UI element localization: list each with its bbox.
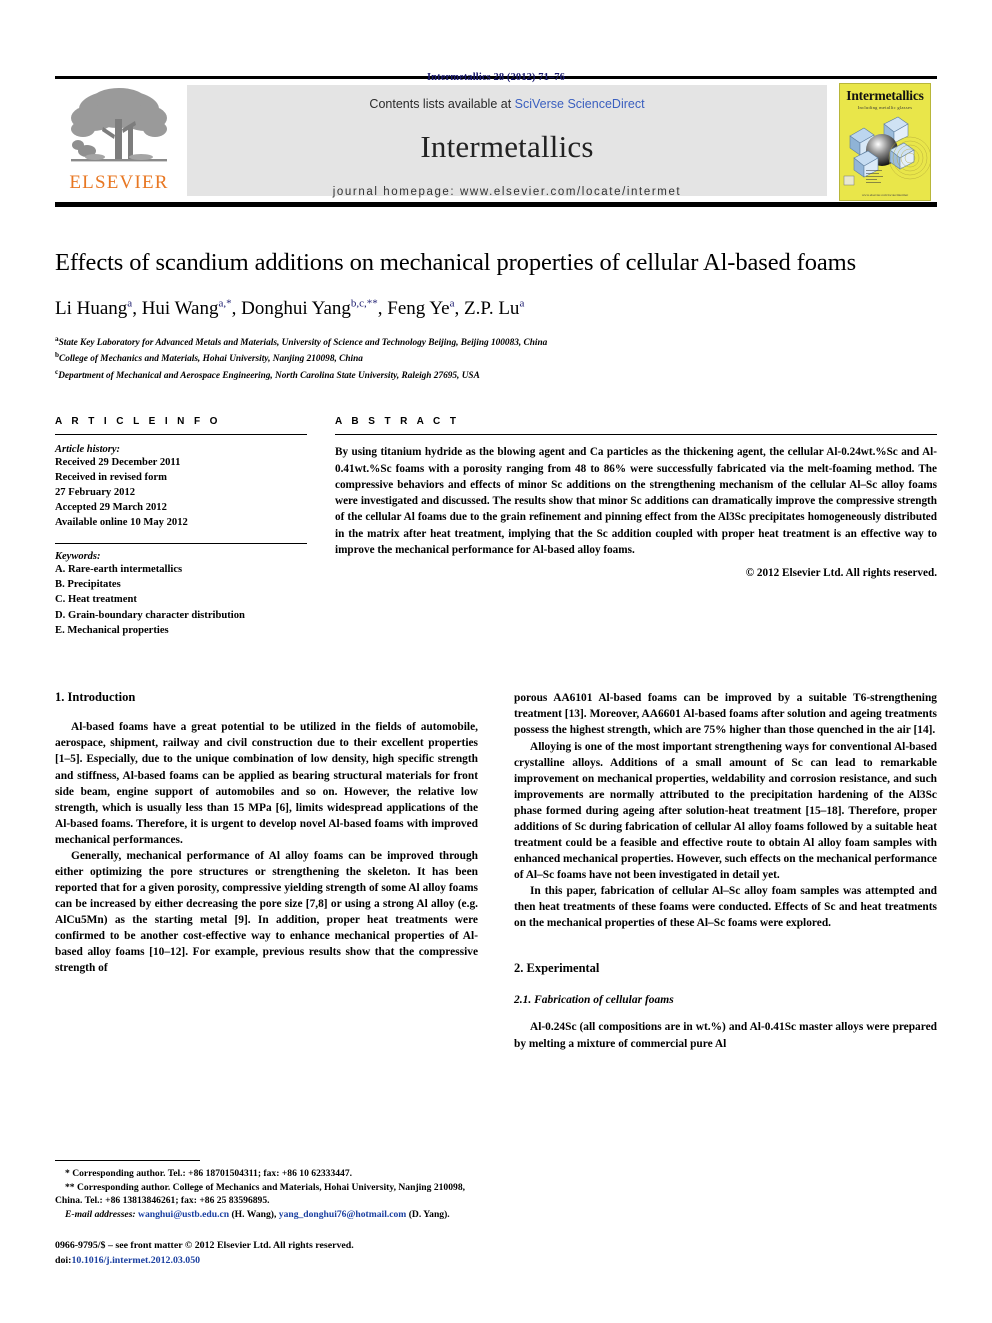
journal-title: Intermetallics	[420, 129, 594, 164]
corresponding-author-note: * Corresponding author. Tel.: +86 187015…	[65, 1167, 353, 1179]
section-heading-experimental: 2. Experimental	[514, 961, 600, 976]
history-item: Available online 10 May 2012	[55, 517, 188, 529]
subsection-heading-fabrication: 2.1. Fabrication of cellular foams	[514, 994, 674, 1007]
keyword-item: E. Mechanical properties	[55, 624, 169, 636]
history-item: Received 29 December 2011	[55, 457, 181, 469]
history-item: Accepted 29 March 2012	[55, 502, 167, 514]
article-history-label: Article history:	[55, 444, 121, 456]
elsevier-tree-icon	[71, 88, 167, 162]
elsevier-logo: ELSEVIER	[55, 79, 183, 202]
divider	[335, 434, 937, 436]
paragraph: porous AA6101 Al-based foams can be impr…	[514, 692, 937, 737]
elsevier-wordmark: ELSEVIER	[69, 172, 169, 193]
abstract-copyright: © 2012 Elsevier Ltd. All rights reserved…	[745, 566, 937, 579]
abstract-column: A B S T R A C T By using titanium hydrid…	[335, 416, 937, 638]
affiliation-item: cDepartment of Mechanical and Aerospace …	[55, 367, 937, 384]
paragraph: Alloying is one of the most important st…	[514, 740, 937, 882]
affiliation-text: State Key Laboratory for Advanced Metals…	[58, 337, 548, 348]
body-columns: 1. Introduction Al-based foams have a gr…	[55, 690, 937, 1051]
affiliation-text: College of Mechanics and Materials, Hoha…	[59, 354, 363, 365]
author-item: Li Huanga	[55, 298, 132, 319]
affiliation-item: bCollege of Mechanics and Materials, Hoh…	[55, 350, 937, 367]
affiliation-text: Department of Mechanical and Aerospace E…	[58, 370, 480, 381]
body-column-right: porous AA6101 Al-based foams can be impr…	[514, 690, 937, 1051]
author-name: Hui Wang	[141, 297, 219, 319]
divider	[55, 542, 307, 544]
abstract-text: By using titanium hydride as the blowing…	[335, 446, 937, 556]
page-title: Effects of scandium additions on mechani…	[55, 249, 857, 276]
issn-block: 0966-9795/$ – see front matter © 2012 El…	[55, 1239, 475, 1268]
running-head: Intermetallics 28 (2012) 71–76	[426, 72, 565, 83]
contents-available-line: Contents lists available at SciVerse Sci…	[369, 97, 644, 111]
journal-band: Contents lists available at SciVerse Sci…	[187, 85, 827, 198]
keyword-item: A. Rare-earth intermetallics	[55, 563, 183, 575]
keyword-item: D. Grain-boundary character distribution	[55, 609, 245, 621]
info-abstract-region: A R T I C L E I N F O Article history: R…	[55, 416, 937, 638]
body-column-left: 1. Introduction Al-based foams have a gr…	[55, 690, 478, 1051]
history-item: 27 February 2012	[55, 487, 136, 499]
abstract-heading: A B S T R A C T	[335, 416, 460, 428]
section-heading-introduction: 1. Introduction	[55, 690, 136, 705]
author-name: Z.P. Lu	[464, 297, 520, 319]
keyword-item: C. Heat treatment	[55, 594, 137, 606]
paper-page: Intermetallics 28 (2012) 71–76 ELSEVIER …	[0, 0, 992, 1323]
author-affil-marker: a	[127, 297, 133, 310]
author-item: Hui Wanga,*	[142, 298, 232, 319]
sciencedirect-link[interactable]: SciVerse ScienceDirect	[515, 97, 645, 111]
email-owner-1: (H. Wang),	[231, 1209, 277, 1221]
doi-label: doi:	[55, 1254, 72, 1266]
corresponding-author-note-2: ** Corresponding author. College of Mech…	[55, 1181, 466, 1207]
divider	[55, 434, 307, 436]
footnote-rule	[55, 1159, 200, 1161]
contents-prefix: Contents lists available at	[369, 97, 515, 111]
journal-cover-thumbnail: Intermetallics Including metallic glasse…	[833, 79, 937, 202]
cover-title: Intermetallics	[846, 88, 924, 103]
email-link-1[interactable]: wanghui@ustb.edu.cn	[138, 1209, 229, 1220]
cover-footer-url: www.elsevier.com/locate/intermet	[861, 193, 909, 197]
author-name: Donghui Yang	[241, 297, 351, 319]
author-affil-marker: a	[519, 297, 525, 310]
author-name: Li Huang	[55, 297, 128, 319]
affiliation-item: aState Key Laboratory for Advanced Metal…	[55, 334, 937, 351]
article-info-column: A R T I C L E I N F O Article history: R…	[55, 416, 307, 638]
paragraph: Generally, mechanical performance of Al …	[55, 849, 478, 975]
author-item: Feng Yea	[387, 298, 454, 319]
paragraph: In this paper, fabrication of cellular A…	[514, 885, 937, 930]
paragraph: Al-based foams have a great potential to…	[55, 721, 478, 846]
author-item: Donghui Yangb,c,**	[241, 298, 378, 319]
author-name: Feng Ye	[387, 297, 450, 319]
paragraph: Al-0.24Sc (all compositions are in wt.%)…	[514, 1021, 937, 1050]
doi-link[interactable]: 10.1016/j.intermet.2012.03.050	[71, 1255, 200, 1266]
author-affil-marker: b,c,**	[350, 297, 378, 310]
email-link-2[interactable]: yang_donghui76@hotmail.com	[279, 1209, 407, 1220]
email-addresses-note: E-mail addresses: wanghui@ustb.edu.cn (H…	[55, 1208, 475, 1222]
journal-homepage-link[interactable]: journal homepage: www.elsevier.com/locat…	[333, 186, 681, 198]
footnote-region: * Corresponding author. Tel.: +86 187015…	[55, 1159, 475, 1268]
affiliation-list: aState Key Laboratory for Advanced Metal…	[55, 334, 937, 384]
cover-image: Intermetallics Including metallic glasse…	[839, 83, 931, 201]
journal-masthead: ELSEVIER Contents lists available at Sci…	[55, 79, 937, 207]
author-item: Z.P. Lua	[464, 298, 524, 319]
author-list: Li Huanga, Hui Wanga,*, Donghui Yangb,c,…	[55, 297, 525, 319]
keywords-label: Keywords:	[55, 550, 101, 562]
email-owner-2: (D. Yang).	[408, 1209, 450, 1221]
article-info-heading: A R T I C L E I N F O	[55, 416, 221, 428]
issn-front-matter: 0966-9795/$ – see front matter © 2012 El…	[55, 1240, 354, 1252]
email-label: E-mail addresses:	[65, 1209, 136, 1221]
doi-line: doi:10.1016/j.intermet.2012.03.050	[55, 1254, 475, 1268]
author-affil-marker: a,*	[218, 297, 232, 310]
history-item: Received in revised form	[55, 472, 167, 484]
author-affil-marker: a	[449, 297, 455, 310]
keyword-item: B. Precipitates	[55, 578, 121, 590]
cover-polyhedra-icon	[843, 116, 930, 186]
